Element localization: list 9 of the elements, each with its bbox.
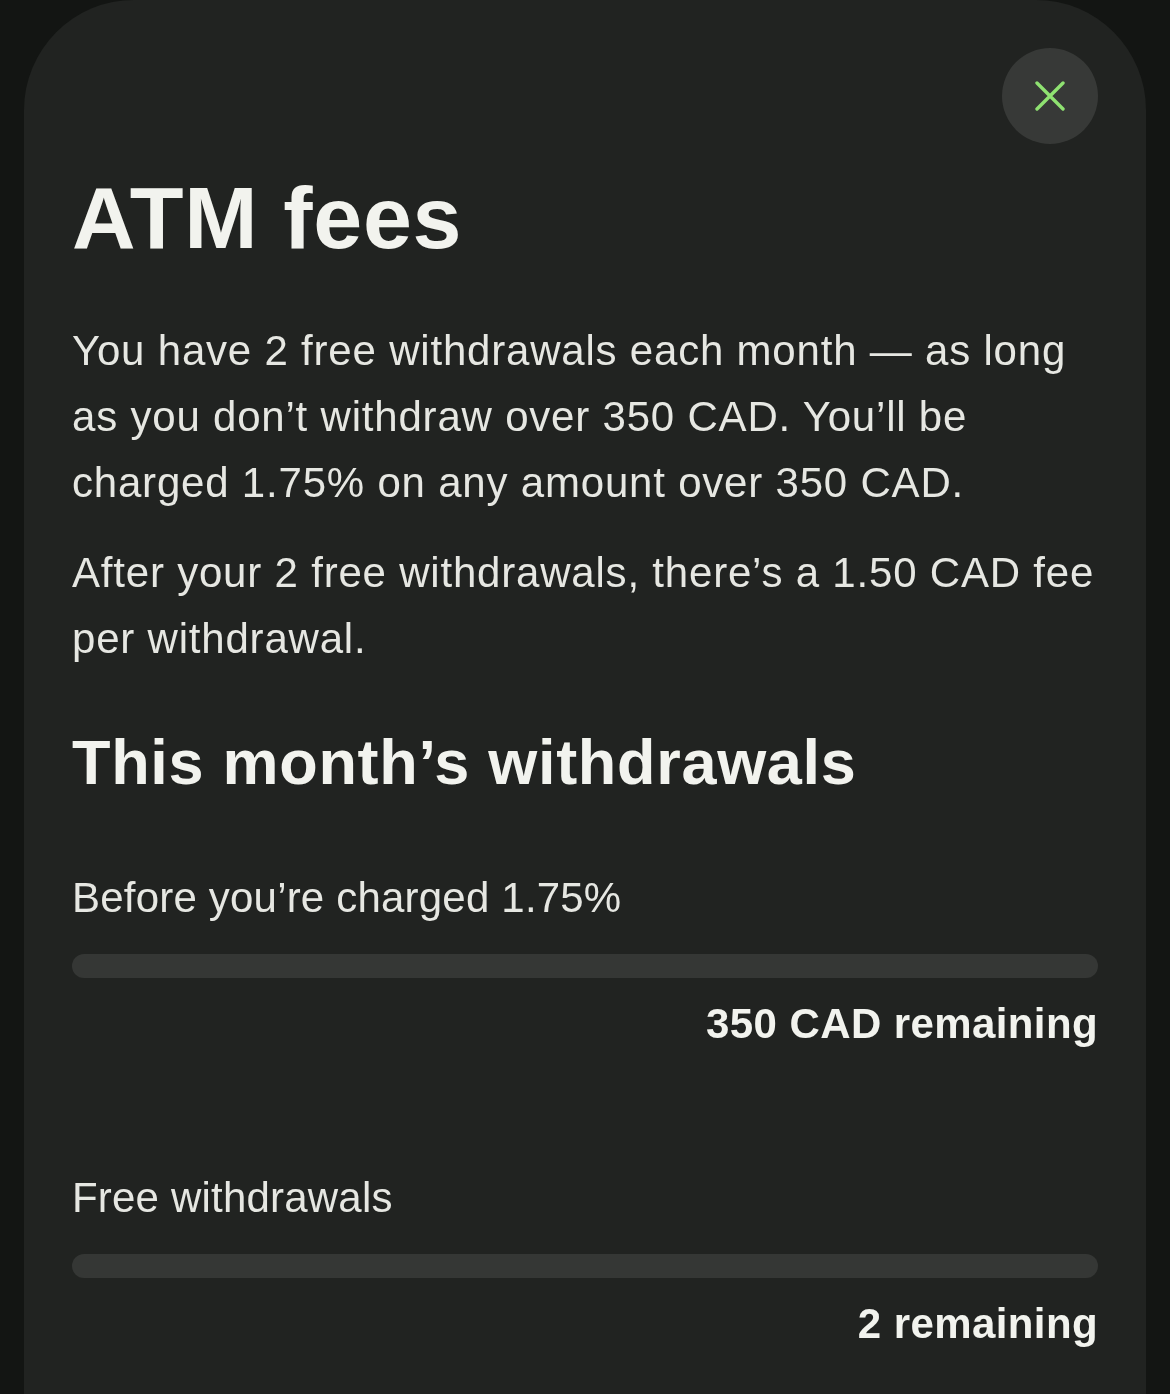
meter-label: Free withdrawals [72,1173,393,1223]
close-icon [1035,81,1065,111]
info-paragraph: After your 2 free withdrawals, there’s a 1.50 CAD fee per withdrawal. [72,548,1096,664]
remaining-amount: 2 remaining [857,1299,1098,1349]
meter-label: Before you’re charged 1.75% [72,873,622,923]
section-title: This month’s withdrawals [72,726,857,799]
info-paragraph: You have 2 free withdrawals each month — as long as you don’t withdraw over 350 CAD. You’ll be charged 1.75% on any amount over 350 CAD. [72,326,1068,508]
sheet-title: ATM fees [72,168,463,268]
remaining-amount: 350 CAD remaining [706,999,1098,1049]
